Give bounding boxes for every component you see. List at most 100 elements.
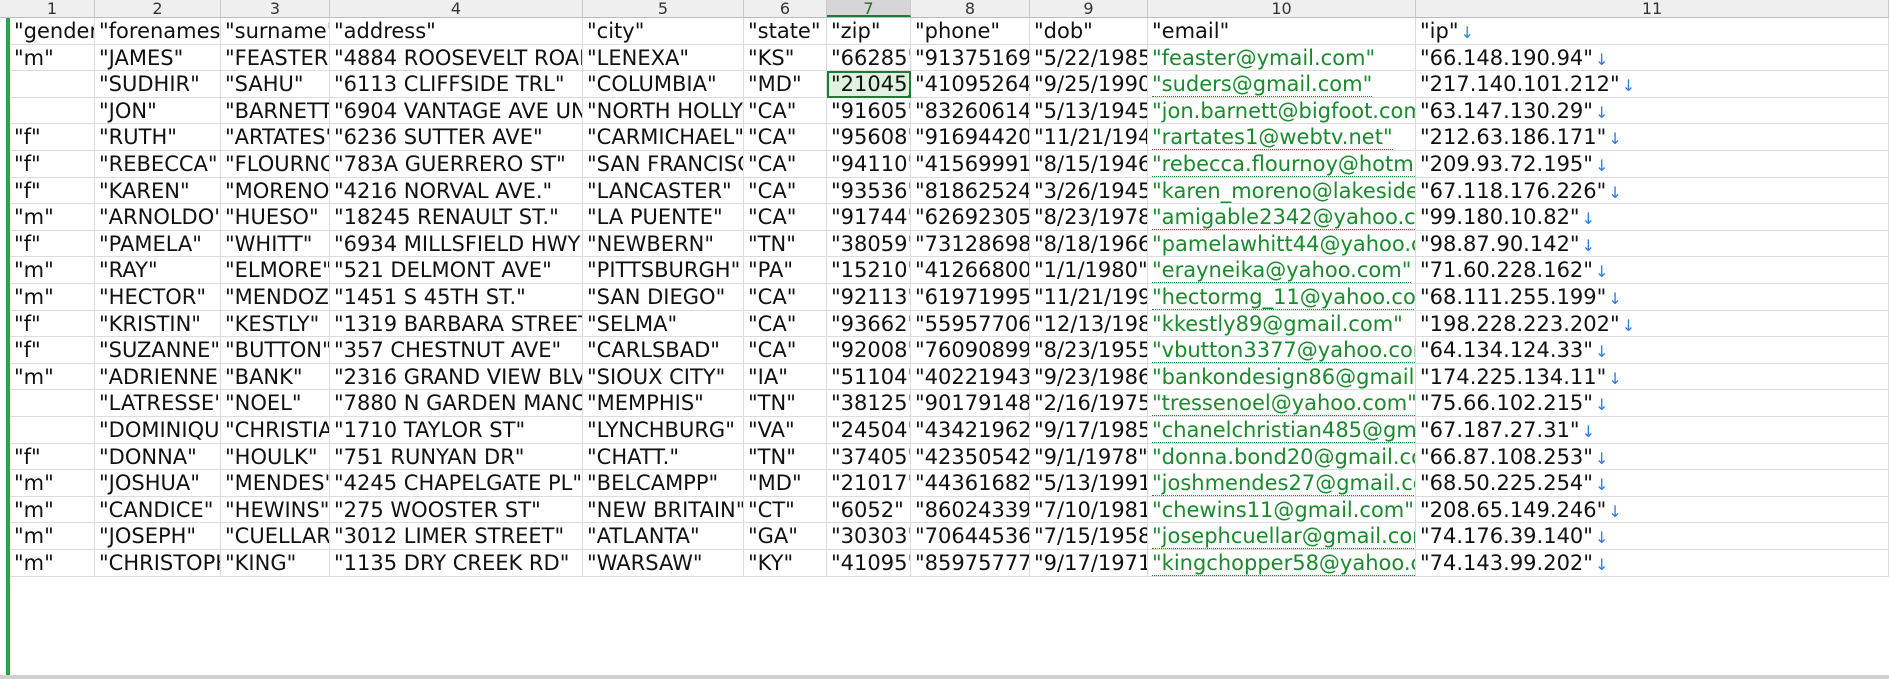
table-cell[interactable]: "vbutton3377@yahoo.com"	[1148, 337, 1416, 364]
column-header-4[interactable]: 4	[330, 0, 583, 17]
table-cell[interactable]: "7/15/1958"	[1030, 523, 1148, 550]
table-cell[interactable]: "JOSHUA"	[95, 470, 221, 497]
table-cell[interactable]: "6236 SUTTER AVE"	[330, 124, 583, 151]
table-cell[interactable]: "4235054235"	[911, 443, 1030, 471]
table-cell[interactable]: "1451 S 45TH ST."	[330, 284, 583, 311]
table-cell[interactable]: "LANCASTER"	[583, 177, 744, 205]
table-cell[interactable]: "KAREN"	[95, 177, 221, 205]
email-link[interactable]: "vbutton3377@yahoo.com"	[1152, 338, 1415, 363]
table-cell[interactable]: "CA"	[744, 177, 827, 205]
table-cell[interactable]: "DOMINIQUE"	[95, 417, 221, 444]
table-cell[interactable]: "1710 TAYLOR ST"	[330, 417, 583, 444]
table-cell[interactable]: "3/26/1945"	[1030, 177, 1148, 205]
table-cell[interactable]: "state"	[744, 18, 827, 45]
table-cell[interactable]: "LYNCHBURG"	[583, 417, 744, 444]
table-cell[interactable]: "92008"	[827, 337, 911, 364]
table-cell[interactable]: "4216 NORVAL AVE."	[330, 177, 583, 205]
email-link[interactable]: "tressenoel@yahoo.com"	[1152, 391, 1415, 416]
table-cell[interactable]: "9/17/1985"	[1030, 417, 1148, 444]
table-cell[interactable]: "4884 ROOSEVELT ROAD"	[330, 44, 583, 72]
table-cell[interactable]: "217.140.101.212" ↓	[1416, 71, 1889, 98]
table-cell[interactable]: "SELMA"	[583, 310, 744, 338]
table-cell[interactable]: "66.148.190.94" ↓	[1416, 44, 1889, 72]
table-cell[interactable]: "MENDOZA"	[221, 284, 330, 311]
table-cell[interactable]: "4126680058"	[911, 257, 1030, 284]
table-cell[interactable]: "tressenoel@yahoo.com"	[1148, 390, 1416, 417]
column-header-8[interactable]: 8	[911, 0, 1030, 17]
table-cell[interactable]: "FEASTER"	[221, 44, 330, 72]
table-cell[interactable]: "LA PUENTE"	[583, 204, 744, 231]
table-cell[interactable]: "98.87.90.142" ↓	[1416, 230, 1889, 258]
table-cell[interactable]: "CA"	[744, 124, 827, 151]
column-header-3[interactable]: 3	[221, 0, 330, 17]
table-cell[interactable]: "75.66.102.215" ↓	[1416, 390, 1889, 417]
table-cell[interactable]: "BUTTON"	[221, 337, 330, 364]
table-cell[interactable]: "9/25/1990"	[1030, 71, 1148, 98]
table-cell[interactable]: "66.87.108.253" ↓	[1416, 443, 1889, 471]
table-cell[interactable]: "MD"	[744, 71, 827, 98]
email-link[interactable]: "feaster@ymail.com"	[1152, 45, 1376, 71]
table-cell[interactable]: "5595770655"	[911, 310, 1030, 338]
table-cell[interactable]: "6052"	[827, 496, 911, 524]
horizontal-scrollbar[interactable]	[0, 675, 1889, 679]
table-cell[interactable]: "8/23/1978"	[1030, 204, 1148, 231]
table-cell[interactable]: "HEWINS"	[221, 496, 330, 524]
table-cell[interactable]: "6269230508"	[911, 204, 1030, 231]
table-cell[interactable]: "209.93.72.195" ↓	[1416, 151, 1889, 178]
table-cell[interactable]: "8326061480"	[911, 97, 1030, 125]
table-cell[interactable]	[10, 71, 95, 98]
table-cell[interactable]: "21045"	[827, 71, 911, 98]
table-cell[interactable]: "m"	[10, 204, 95, 231]
table-cell[interactable]: "68.50.225.254" ↓	[1416, 470, 1889, 497]
table-cell[interactable]: "m"	[10, 363, 95, 391]
table-cell[interactable]: "m"	[10, 470, 95, 497]
table-cell[interactable]: "9/1/1978"	[1030, 443, 1148, 471]
table-cell[interactable]: "66285"	[827, 44, 911, 72]
table-cell[interactable]: "CHRISTOPHER"	[95, 550, 221, 577]
table-cell[interactable]: "BANK"	[221, 363, 330, 391]
table-cell[interactable]: "9/23/1986"	[1030, 363, 1148, 391]
table-cell[interactable]: "7609089928"	[911, 337, 1030, 364]
table-cell[interactable]: "74.143.99.202" ↓	[1416, 550, 1889, 577]
table-cell[interactable]: "93536"	[827, 177, 911, 205]
table-cell[interactable]: "2316 GRAND VIEW BLVD"	[330, 363, 583, 391]
table-cell[interactable]: "f"	[10, 124, 95, 151]
table-cell[interactable]: "PA"	[744, 257, 827, 284]
table-cell[interactable]	[10, 390, 95, 417]
table-cell[interactable]: "74.176.39.140" ↓	[1416, 523, 1889, 550]
table-cell[interactable]: "MENDES"	[221, 470, 330, 497]
table-cell[interactable]: "95608"	[827, 124, 911, 151]
table-cell[interactable]: "GA"	[744, 523, 827, 550]
table-cell[interactable]: "KY"	[744, 550, 827, 577]
table-cell[interactable]: "5/13/1945"	[1030, 97, 1148, 125]
column-header-7[interactable]: 7	[827, 0, 911, 17]
table-cell[interactable]: "8/15/1946"	[1030, 151, 1148, 178]
table-cell[interactable]: "1319 BARBARA STREET"	[330, 310, 583, 338]
table-cell[interactable]: "karen_moreno@lakesidemed.com"	[1148, 177, 1416, 205]
email-link[interactable]: "jon.barnett@bigfoot.com"	[1152, 98, 1415, 124]
email-link[interactable]: "joshmendes27@gmail.com"	[1152, 471, 1415, 496]
table-cell[interactable]: "REBECCA"	[95, 151, 221, 178]
table-cell[interactable]: "JOSEPH"	[95, 523, 221, 550]
email-link[interactable]: "chanelchristian485@gmail.com"	[1152, 418, 1415, 443]
table-cell[interactable]: "f"	[10, 337, 95, 364]
table-cell[interactable]: "jon.barnett@bigfoot.com"	[1148, 97, 1416, 125]
table-cell[interactable]: "feaster@ymail.com"	[1148, 44, 1416, 72]
table-cell[interactable]	[10, 97, 95, 125]
table-cell[interactable]: "99.180.10.82" ↓	[1416, 204, 1889, 231]
table-cell[interactable]: "9017914847"	[911, 390, 1030, 417]
table-cell[interactable]: "f"	[10, 177, 95, 205]
table-cell[interactable]: "NEW BRITAIN"	[583, 496, 744, 524]
table-cell[interactable]: "357 CHESTNUT AVE"	[330, 337, 583, 364]
table-cell[interactable]: "4436168255"	[911, 470, 1030, 497]
table-cell[interactable]: "TN"	[744, 443, 827, 471]
table-cell[interactable]: "6197199537"	[911, 284, 1030, 311]
table-cell[interactable]: "chewins11@gmail.com"	[1148, 496, 1416, 524]
table-cell[interactable]: "ARTATES"	[221, 124, 330, 151]
table-cell[interactable]: "CHRISTIAN"	[221, 417, 330, 444]
column-header-10[interactable]: 10	[1148, 0, 1416, 17]
table-cell[interactable]: "PITTSBURGH"	[583, 257, 744, 284]
column-header-1[interactable]: 1	[10, 0, 95, 17]
table-cell[interactable]: "ATLANTA"	[583, 523, 744, 550]
table-cell[interactable]: "4109526456"	[911, 71, 1030, 98]
